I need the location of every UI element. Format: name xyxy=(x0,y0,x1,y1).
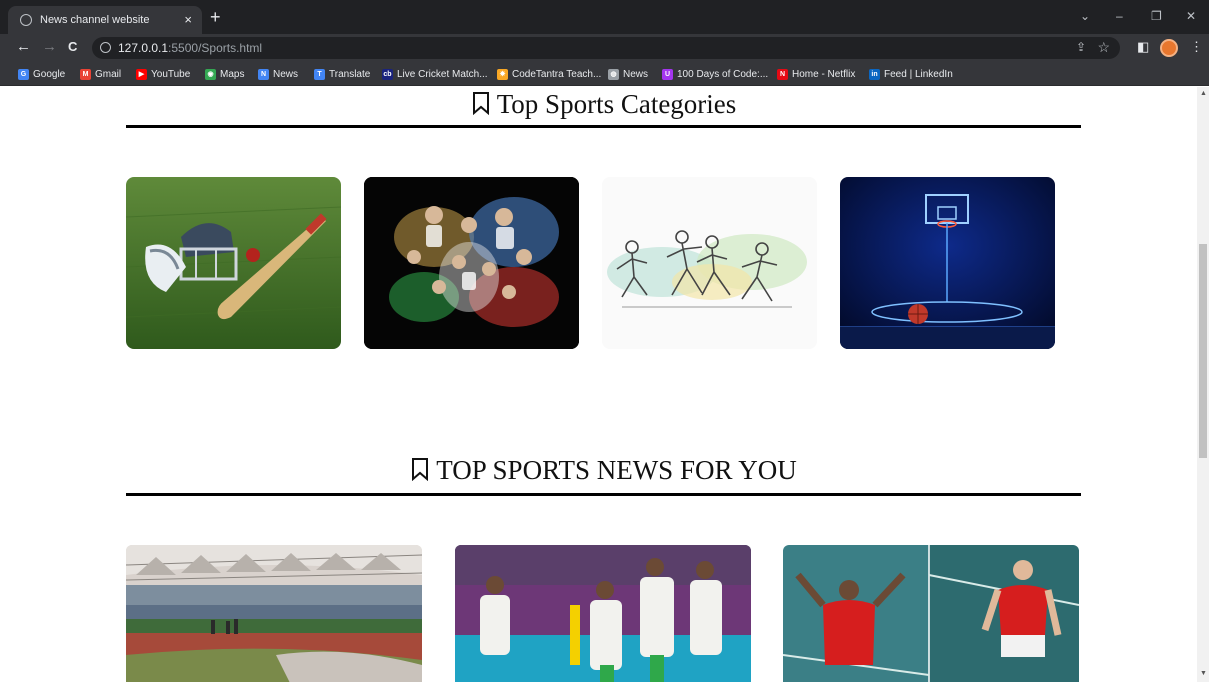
bookmark-item[interactable]: ◍ News xyxy=(608,67,648,81)
bookmark-item[interactable]: N News xyxy=(258,67,298,81)
basketball-image xyxy=(840,177,1055,349)
scroll-down-arrow-icon[interactable]: ▼ xyxy=(1200,670,1207,677)
reload-button[interactable]: C xyxy=(68,39,77,55)
bookmark-item[interactable]: T Translate xyxy=(314,67,370,81)
youtube-icon: ▶ xyxy=(136,68,147,80)
restore-button[interactable]: ❐ xyxy=(1151,9,1162,23)
news-card-stadium[interactable] xyxy=(126,545,422,682)
browser-tab-bar: News channel website × + ⌄ – ❐ ✕ xyxy=(0,0,1209,34)
bookmark-label: Live Cricket Match... xyxy=(397,68,488,80)
google-icon: G xyxy=(18,68,29,80)
gmail-icon: M xyxy=(80,68,91,80)
bookmark-item[interactable]: ▶ YouTube xyxy=(136,67,190,81)
category-card-basketball[interactable] xyxy=(840,177,1055,349)
page-viewport: Top Sports Categories TOP SPORTS NEWS FO… xyxy=(0,87,1197,682)
category-card-cricket[interactable] xyxy=(126,177,341,349)
news-title-text: TOP SPORTS NEWS FOR YOU xyxy=(436,455,797,485)
bookmark-label: YouTube xyxy=(151,68,191,80)
category-card-kabaddi[interactable] xyxy=(602,177,817,349)
bookmark-item[interactable]: ◉ Maps xyxy=(205,67,244,81)
bookmark-item[interactable]: G Google xyxy=(18,67,65,81)
stadium-image xyxy=(126,545,422,682)
close-window-button[interactable]: ✕ xyxy=(1186,9,1196,23)
kabaddi-image xyxy=(602,177,817,349)
bookmark-label: Home - Netflix xyxy=(792,68,856,80)
bookmark-label: Feed | LinkedIn xyxy=(884,68,953,80)
globe-icon xyxy=(20,14,32,26)
new-tab-button[interactable]: + xyxy=(210,8,221,26)
bookmarks-bar: G Google M Gmail ▶ YouTube ◉ Maps N News T Translat… xyxy=(0,62,1209,86)
news-card-football-team[interactable] xyxy=(455,545,751,682)
url-text[interactable]: 127.0.0.1:5500/Sports.html xyxy=(118,41,262,55)
address-bar[interactable]: 127.0.0.1:5500/Sports.html ⇪ ☆ xyxy=(92,37,1120,59)
udemy-icon: U xyxy=(662,68,673,80)
bookmark-outline-icon xyxy=(472,92,489,115)
news-heading: TOP SPORTS NEWS FOR YOU xyxy=(0,455,1197,486)
forward-button[interactable]: → xyxy=(42,39,57,55)
netflix-icon: N xyxy=(777,68,788,80)
bookmark-label: News xyxy=(623,68,649,80)
share-icon[interactable]: ⇪ xyxy=(1076,40,1086,54)
minimize-button[interactable]: – xyxy=(1116,9,1123,23)
browser-tab[interactable]: News channel website × xyxy=(8,6,202,34)
bookmark-star-icon[interactable]: ☆ xyxy=(1097,39,1110,56)
bookmark-item[interactable]: in Feed | LinkedIn xyxy=(869,67,953,81)
translate-icon: T xyxy=(314,68,325,80)
bookmark-item[interactable]: ✸ CodeTantra Teach... xyxy=(497,67,601,81)
maps-icon: ◉ xyxy=(205,68,216,80)
cricket-image xyxy=(126,177,341,349)
tab-title: News channel website xyxy=(40,14,150,26)
bookmark-outline-icon xyxy=(412,458,429,481)
news-card-tennis[interactable] xyxy=(783,545,1079,682)
bookmark-item[interactable]: N Home - Netflix xyxy=(777,67,855,81)
linkedin-icon: in xyxy=(869,68,880,80)
menu-kebab-icon[interactable]: ⋮ xyxy=(1190,39,1203,55)
category-card-football[interactable] xyxy=(364,177,579,349)
url-host: 127.0.0.1 xyxy=(118,41,169,55)
google-news-icon: N xyxy=(258,68,269,80)
codetantra-icon: ✸ xyxy=(497,68,508,80)
page-scrollbar[interactable]: ▲ ▼ xyxy=(1197,87,1209,682)
news-divider xyxy=(126,493,1081,496)
bookmark-label: Google xyxy=(33,68,66,80)
football-image xyxy=(364,177,579,349)
tab-search-icon[interactable]: ⌄ xyxy=(1080,9,1090,23)
side-panel-icon[interactable]: ◧ xyxy=(1137,39,1149,55)
bookmark-label: News xyxy=(273,68,299,80)
bookmark-label: Maps xyxy=(220,68,245,80)
football-team-image xyxy=(455,545,751,682)
back-button[interactable]: ← xyxy=(16,39,31,55)
scrollbar-thumb[interactable] xyxy=(1199,244,1207,458)
bookmark-label: CodeTantra Teach... xyxy=(512,68,602,80)
bookmark-item[interactable]: U 100 Days of Code:... xyxy=(662,67,768,81)
categories-heading: Top Sports Categories xyxy=(0,89,1197,120)
globe-icon: ◍ xyxy=(608,68,619,80)
scroll-up-arrow-icon[interactable]: ▲ xyxy=(1200,90,1207,97)
tennis-image xyxy=(783,545,1079,682)
tab-close-button[interactable]: × xyxy=(184,12,192,27)
site-info-icon[interactable] xyxy=(100,42,111,53)
bookmark-label: Translate xyxy=(329,68,371,80)
profile-avatar[interactable] xyxy=(1160,39,1178,57)
bookmark-item[interactable]: cb Live Cricket Match... xyxy=(382,67,488,81)
bookmark-label: Gmail xyxy=(95,68,122,80)
cricket-icon: cb xyxy=(382,68,393,80)
categories-title-text: Top Sports Categories xyxy=(496,89,737,119)
browser-toolbar: ← → C 127.0.0.1:5500/Sports.html ⇪ ☆ ◧ ⋮ xyxy=(0,34,1209,62)
categories-divider xyxy=(126,125,1081,128)
bookmark-item[interactable]: M Gmail xyxy=(80,67,121,81)
bookmark-label: 100 Days of Code:... xyxy=(677,68,769,80)
url-path: :5500/Sports.html xyxy=(168,41,263,55)
